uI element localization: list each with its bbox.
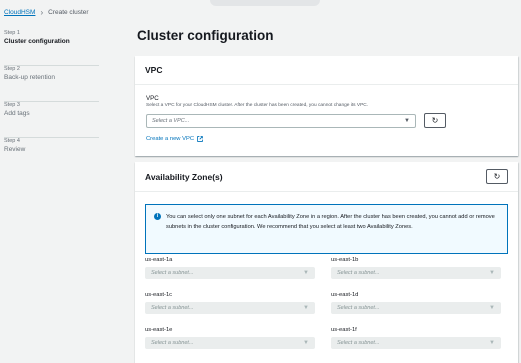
az-field-us-east-1e: us-east-1e Select a subnet... ▼ <box>145 327 315 349</box>
breadcrumb-cloudhsm-link[interactable]: CloudHSM <box>4 9 35 16</box>
caret-down-icon: ▼ <box>489 340 495 346</box>
vpc-panel: VPC VPC Select a VPC for your CloudHSM c… <box>135 56 518 156</box>
vpc-panel-body: VPC Select a VPC for your CloudHSM clust… <box>135 85 518 152</box>
caret-down-icon: ▼ <box>303 305 309 311</box>
az-field-us-east-1b: us-east-1b Select a subnet... ▼ <box>331 257 501 279</box>
az-refresh-button[interactable]: ↻ <box>486 169 508 184</box>
create-vpc-link-label: Create a new VPC <box>146 136 195 142</box>
caret-down-icon: ▼ <box>489 305 495 311</box>
caret-down-icon: ▼ <box>303 340 309 346</box>
wizard-steps: Step 1 Cluster configuration Step 2 Back… <box>4 30 99 174</box>
breadcrumb-current: Create cluster <box>48 9 89 16</box>
vpc-select-placeholder: Select a VPC... <box>152 117 190 124</box>
subnet-select-placeholder: Select a subnet... <box>337 305 380 311</box>
az-label: us-east-1c <box>145 292 173 298</box>
subnet-select-placeholder: Select a subnet... <box>151 270 194 276</box>
vpc-panel-header: VPC <box>135 56 518 85</box>
external-link-icon <box>197 136 203 142</box>
page-title: Cluster configuration <box>137 28 274 43</box>
vpc-panel-heading: VPC <box>145 65 163 75</box>
az-label: us-east-1f <box>331 327 357 333</box>
step-number: Step 3 <box>4 102 20 108</box>
subnet-select[interactable]: Select a subnet... ▼ <box>331 337 501 349</box>
az-field-us-east-1f: us-east-1f Select a subnet... ▼ <box>331 327 501 349</box>
az-field-us-east-1c: us-east-1c Select a subnet... ▼ <box>145 292 315 314</box>
top-bar-fade <box>210 0 320 6</box>
az-info-text: You can select only one subnet for each … <box>166 214 495 230</box>
az-info-alert: i You can select only one subnet for eac… <box>145 204 508 254</box>
step-title: Back-up retention <box>4 74 55 81</box>
step-title: Cluster configuration <box>4 38 70 45</box>
caret-down-icon: ▼ <box>489 270 495 276</box>
step-title: Review <box>4 146 26 153</box>
subnet-select-placeholder: Select a subnet... <box>151 305 194 311</box>
vpc-refresh-button[interactable]: ↻ <box>424 113 446 128</box>
az-field-us-east-1a: us-east-1a Select a subnet... ▼ <box>145 257 315 279</box>
subnet-select[interactable]: Select a subnet... ▼ <box>331 267 501 279</box>
az-field-us-east-1d: us-east-1d Select a subnet... ▼ <box>331 292 501 314</box>
availability-zones-panel: Availability Zone(s) ↻ i You can select … <box>135 162 518 363</box>
subnet-select[interactable]: Select a subnet... ▼ <box>145 302 315 314</box>
step-backup-retention[interactable]: Step 2 Back-up retention <box>4 66 99 102</box>
step-cluster-configuration: Step 1 Cluster configuration <box>4 30 99 66</box>
subnet-select[interactable]: Select a subnet... ▼ <box>145 267 315 279</box>
az-panel-header: Availability Zone(s) ↻ <box>135 162 518 192</box>
info-icon: i <box>154 213 161 220</box>
step-number: Step 1 <box>4 30 20 36</box>
refresh-icon: ↻ <box>431 116 439 125</box>
step-title: Add tags <box>4 110 30 117</box>
vpc-select-row: Select a VPC... ▼ ↻ <box>146 113 507 128</box>
subnet-select[interactable]: Select a subnet... ▼ <box>145 337 315 349</box>
caret-down-icon: ▼ <box>404 117 410 124</box>
step-add-tags[interactable]: Step 3 Add tags <box>4 102 99 138</box>
step-number: Step 2 <box>4 66 20 72</box>
az-panel-heading: Availability Zone(s) <box>145 171 223 182</box>
az-subnet-grid: us-east-1a Select a subnet... ▼ us-east-… <box>145 257 501 349</box>
step-number: Step 4 <box>4 138 20 144</box>
create-vpc-link[interactable]: Create a new VPC <box>146 136 507 142</box>
vpc-field-description: Select a VPC for your CloudHSM cluster. … <box>146 103 369 108</box>
az-label: us-east-1a <box>145 257 173 263</box>
refresh-icon: ↻ <box>493 172 501 181</box>
chevron-right-icon: › <box>40 7 44 17</box>
breadcrumb: CloudHSM › Create cluster <box>4 7 89 17</box>
subnet-select-placeholder: Select a subnet... <box>337 340 380 346</box>
subnet-select[interactable]: Select a subnet... ▼ <box>331 302 501 314</box>
vpc-select[interactable]: Select a VPC... ▼ <box>146 113 416 128</box>
subnet-select-placeholder: Select a subnet... <box>151 340 194 346</box>
vpc-field-label: VPC <box>146 95 159 102</box>
az-label: us-east-1b <box>331 257 359 263</box>
subnet-select-placeholder: Select a subnet... <box>337 270 380 276</box>
az-label: us-east-1e <box>145 327 173 333</box>
caret-down-icon: ▼ <box>303 270 309 276</box>
step-review[interactable]: Step 4 Review <box>4 138 99 174</box>
az-label: us-east-1d <box>331 292 359 298</box>
